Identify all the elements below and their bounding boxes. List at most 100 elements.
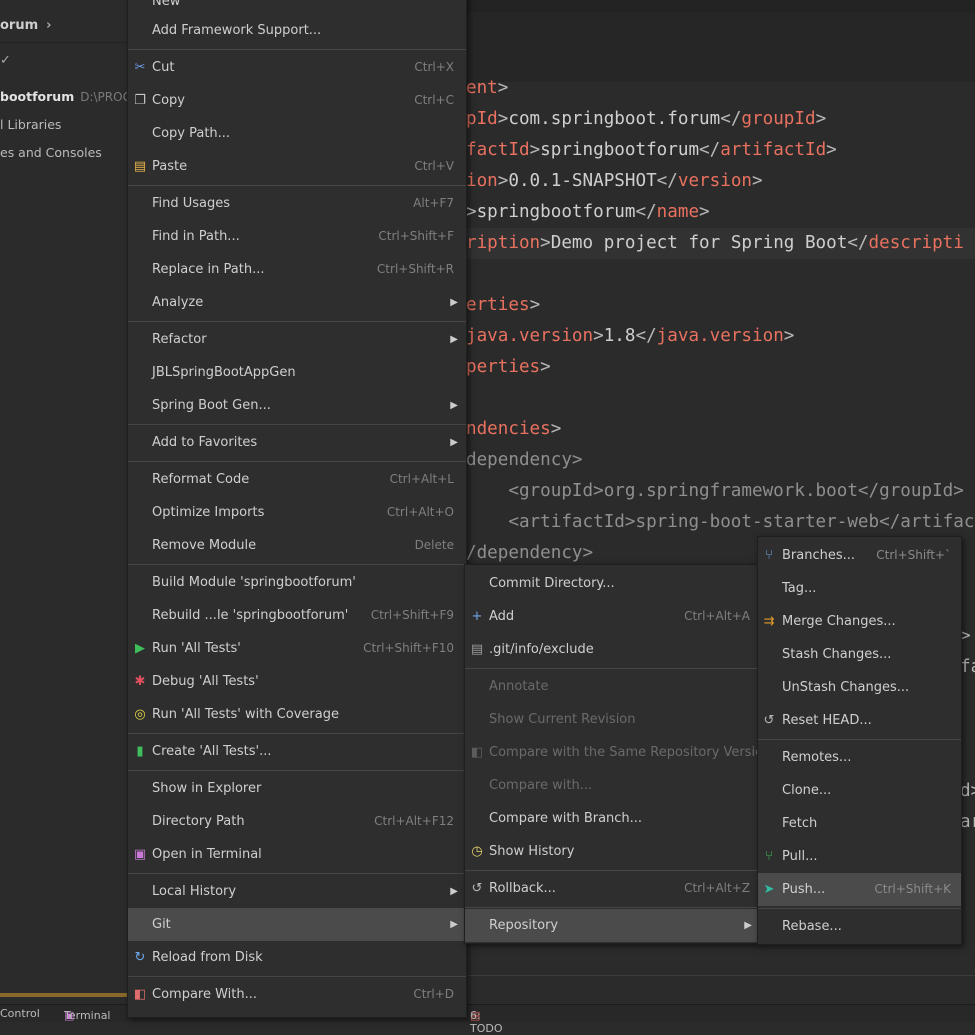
menu-item-directory-path[interactable]: Directory Path Ctrl+Alt+F12 bbox=[128, 805, 466, 838]
menu-item-rebase[interactable]: Rebase... bbox=[758, 910, 961, 943]
code-line[interactable]: ent> bbox=[466, 73, 508, 104]
menu-item-git-info-exclude[interactable]: ▤ .git/info/exclude bbox=[465, 633, 758, 666]
menu-item-add-to-favorites[interactable]: Add to Favorites ▶ bbox=[128, 426, 466, 459]
menu-item-analyze[interactable]: Analyze ▶ bbox=[128, 286, 466, 319]
menu-item-optimize-imports[interactable]: Optimize Imports Ctrl+Alt+O bbox=[128, 496, 466, 529]
submenu-arrow-icon: ▶ bbox=[744, 920, 752, 931]
editor-toolbar bbox=[466, 12, 975, 82]
menu-item-add-framework-support[interactable]: Add Framework Support... bbox=[128, 14, 466, 47]
menu-item-local-history[interactable]: Local History ▶ bbox=[128, 875, 466, 908]
code-token: </ bbox=[847, 233, 869, 253]
menu-item-build-module-springbootforum[interactable]: Build Module 'springbootforum' bbox=[128, 566, 466, 599]
coverage-icon: ◎ bbox=[134, 707, 146, 722]
menu-item-label: Remove Module bbox=[152, 538, 257, 553]
code-line[interactable]: pId>com.springboot.forum</groupId> bbox=[466, 104, 826, 135]
menu-item-label: Analyze bbox=[152, 295, 204, 310]
menu-item-jblspringbootappgen[interactable]: JBLSpringBootAppGen bbox=[128, 356, 466, 389]
project-context-menu: New Add Framework Support... ✂ Cut Ctrl+X ❐ C… bbox=[127, 0, 467, 1018]
menu-item-label: Show History bbox=[489, 844, 575, 859]
submenu-arrow-icon: ▶ bbox=[450, 886, 458, 897]
code-line[interactable]: ion>0.0.1-SNAPSHOT</version> bbox=[466, 166, 763, 197]
menu-item-paste[interactable]: ▤ Paste Ctrl+V bbox=[128, 150, 466, 183]
menu-item-remove-module[interactable]: Remove Module Delete bbox=[128, 529, 466, 562]
menu-item-branches[interactable]: ⑂ Branches... Ctrl+Shift+` bbox=[758, 539, 961, 572]
menu-item-replace-in-path[interactable]: Replace in Path... Ctrl+Shift+R bbox=[128, 253, 466, 286]
menu-item-find-in-path[interactable]: Find in Path... Ctrl+Shift+F bbox=[128, 220, 466, 253]
menu-item-show-current-revision: Show Current Revision bbox=[465, 703, 758, 736]
reset-icon: ↺ bbox=[763, 713, 775, 728]
menu-item-show-history[interactable]: ◷ Show History bbox=[465, 835, 758, 868]
menu-item-git[interactable]: Git ▶ bbox=[128, 908, 466, 941]
menu-item-show-in-explorer[interactable]: Show in Explorer bbox=[128, 772, 466, 805]
menu-item-copy-path[interactable]: Copy Path... bbox=[128, 117, 466, 150]
debug-icon: ✱ bbox=[134, 674, 146, 689]
menu-item-run-all-tests[interactable]: ▶ Run 'All Tests' Ctrl+Shift+F10 bbox=[128, 632, 466, 665]
menu-item-reload-from-disk[interactable]: ↻ Reload from Disk bbox=[128, 941, 466, 974]
menu-item-label: Open in Terminal bbox=[152, 847, 262, 862]
menu-item-reformat-code[interactable]: Reformat Code Ctrl+Alt+L bbox=[128, 463, 466, 496]
menu-item-tag[interactable]: Tag... bbox=[758, 572, 961, 605]
menu-item-label: Find Usages bbox=[152, 196, 231, 211]
code-line[interactable]: <artifactId>spring-boot-starter-web</art… bbox=[466, 507, 974, 538]
menu-item-merge-changes[interactable]: ⇉ Merge Changes... bbox=[758, 605, 961, 638]
menu-item-add[interactable]: + Add Ctrl+Alt+A bbox=[465, 600, 758, 633]
menu-item-copy[interactable]: ❐ Copy Ctrl+C bbox=[128, 84, 466, 117]
check-icon[interactable]: ✓ bbox=[0, 53, 11, 68]
tree-item-scratches[interactable]: es and Consoles bbox=[0, 140, 102, 166]
menu-item-refactor[interactable]: Refactor ▶ bbox=[128, 323, 466, 356]
code-token: version bbox=[677, 171, 753, 191]
menu-item-cut[interactable]: ✂ Cut Ctrl+X bbox=[128, 51, 466, 84]
menu-item-clone[interactable]: Clone... bbox=[758, 774, 961, 807]
menu-item-open-in-terminal[interactable]: ▣ Open in Terminal bbox=[128, 838, 466, 871]
menu-item-label: Merge Changes... bbox=[782, 614, 896, 629]
menu-item-reset-head[interactable]: ↺ Reset HEAD... bbox=[758, 704, 961, 737]
code-token: ription bbox=[466, 233, 541, 253]
code-line[interactable]: java.version>1.8</java.version> bbox=[466, 321, 794, 352]
code-line-fragment[interactable]: ar bbox=[960, 807, 975, 838]
menu-item-shortcut: Ctrl+V bbox=[414, 159, 454, 173]
menu-item-rebuild-le-springbootforum[interactable]: Rebuild ...le 'springbootforum' Ctrl+Shif… bbox=[128, 599, 466, 632]
menu-item-create-all-tests[interactable]: ▮ Create 'All Tests'... bbox=[128, 735, 466, 768]
menu-item-label: Build Module 'springbootforum' bbox=[152, 575, 356, 590]
menu-item-push[interactable]: ➤ Push... Ctrl+Shift+K bbox=[758, 873, 961, 906]
menu-item-unstash-changes[interactable]: UnStash Changes... bbox=[758, 671, 961, 704]
code-line[interactable]: >springbootforum</name> bbox=[466, 197, 710, 228]
menu-item-compare-with[interactable]: ◧ Compare With... Ctrl+D bbox=[128, 978, 466, 1011]
menu-item-run-all-tests-with-coverage[interactable]: ◎ Run 'All Tests' with Coverage bbox=[128, 698, 466, 731]
menu-item-debug-all-tests[interactable]: ✱ Debug 'All Tests' bbox=[128, 665, 466, 698]
version-control-tab[interactable]: Control bbox=[0, 1007, 40, 1020]
menu-item-label: Rebase... bbox=[782, 919, 842, 934]
code-line[interactable]: erties> bbox=[466, 290, 540, 321]
code-token: ion bbox=[466, 171, 498, 191]
menu-item-compare-with-branch[interactable]: Compare with Branch... bbox=[465, 802, 758, 835]
menu-item-shortcut: Ctrl+D bbox=[413, 987, 454, 1001]
menu-item-label: Tag... bbox=[782, 581, 817, 596]
menu-item-find-usages[interactable]: Find Usages Alt+F7 bbox=[128, 187, 466, 220]
code-line[interactable]: dependency> bbox=[466, 445, 583, 476]
menu-item-repository[interactable]: Repository ▶ bbox=[465, 909, 758, 942]
code-line[interactable]: <groupId>org.springframework.boot</group… bbox=[466, 476, 963, 507]
tree-item-external-libraries[interactable]: l Libraries bbox=[0, 112, 61, 138]
menu-item-pull[interactable]: ⑂ Pull... bbox=[758, 840, 961, 873]
code-line-fragment[interactable]: d> bbox=[960, 776, 975, 807]
menu-item-remotes[interactable]: Remotes... bbox=[758, 741, 961, 774]
code-line[interactable]: ription>Demo project for Spring Boot</de… bbox=[466, 228, 964, 259]
code-line[interactable]: perties> bbox=[466, 352, 551, 383]
menu-item-spring-boot-gen[interactable]: Spring Boot Gen... ▶ bbox=[128, 389, 466, 422]
menu-item-label: Reload from Disk bbox=[152, 950, 263, 965]
menu-item-stash-changes[interactable]: Stash Changes... bbox=[758, 638, 961, 671]
menu-item-label: Directory Path bbox=[152, 814, 245, 829]
code-token: com.springboot.forum bbox=[508, 109, 721, 129]
pull-icon: ⑂ bbox=[765, 849, 773, 864]
code-line[interactable]: factId>springbootforum</artifactId> bbox=[466, 135, 837, 166]
menu-item-rollback[interactable]: ↺ Rollback... Ctrl+Alt+Z bbox=[465, 872, 758, 905]
menu-separator bbox=[128, 424, 466, 425]
code-line-fragment[interactable]: fa bbox=[960, 652, 975, 683]
menu-item-commit-directory[interactable]: Commit Directory... bbox=[465, 567, 758, 600]
code-token: springbootforum bbox=[476, 202, 636, 222]
tree-item-project[interactable]: bootforum D:\PROGR bbox=[0, 84, 140, 110]
code-line[interactable]: ndencies> bbox=[466, 414, 561, 445]
breadcrumb[interactable]: orum › bbox=[0, 18, 52, 33]
menu-item-label: Debug 'All Tests' bbox=[152, 674, 259, 689]
menu-item-fetch[interactable]: Fetch bbox=[758, 807, 961, 840]
